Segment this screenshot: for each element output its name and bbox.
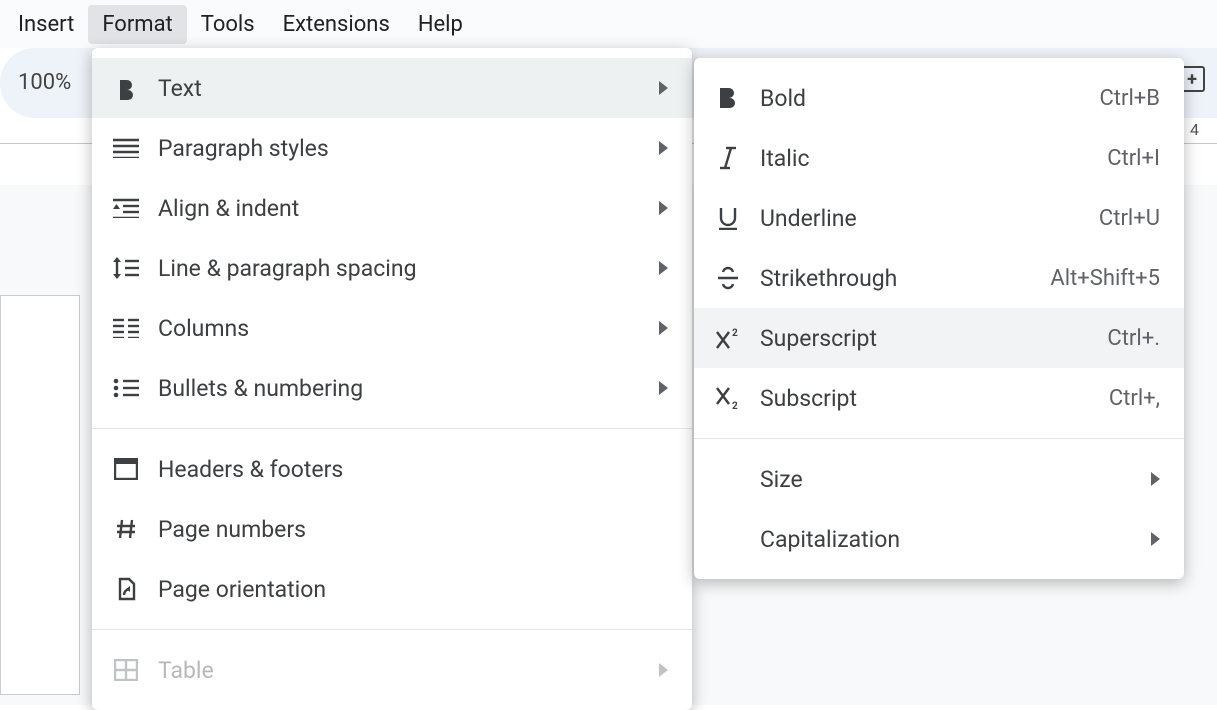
chevron-right-icon (1151, 472, 1160, 486)
table-icon (112, 656, 140, 684)
menu-item-label: Bullets & numbering (158, 375, 641, 402)
format-menu: Text Paragraph styles Align & indent Lin… (92, 48, 692, 710)
menu-item-label: Page numbers (158, 516, 668, 543)
bold-icon (112, 74, 140, 102)
document-page[interactable] (0, 295, 80, 695)
page-numbers-icon (112, 515, 140, 543)
bold-icon (714, 84, 742, 112)
align-indent-icon (112, 194, 140, 222)
submenu-item-superscript[interactable]: 2 Superscript Ctrl+. (694, 308, 1184, 368)
paragraph-styles-icon (112, 134, 140, 162)
headers-footers-icon (112, 455, 140, 483)
menu-item-label: Superscript (760, 325, 1089, 352)
menu-item-label: Line & paragraph spacing (158, 255, 641, 282)
menu-item-label: Strikethrough (760, 265, 1032, 292)
menu-item-columns[interactable]: Columns (92, 298, 692, 358)
bullets-numbering-icon (112, 374, 140, 402)
menu-item-align-indent[interactable]: Align & indent (92, 178, 692, 238)
svg-text:2: 2 (732, 401, 738, 410)
text-submenu: Bold Ctrl+B Italic Ctrl+I Underline Ctrl… (694, 58, 1184, 579)
menu-item-page-orientation[interactable]: Page orientation (92, 559, 692, 619)
ruler-mark: 4 (1190, 120, 1199, 139)
menu-item-bullets-numbering[interactable]: Bullets & numbering (92, 358, 692, 418)
menu-item-paragraph-styles[interactable]: Paragraph styles (92, 118, 692, 178)
menu-shortcut: Alt+Shift+5 (1050, 266, 1160, 291)
blank-icon (714, 465, 742, 493)
menu-item-label: Table (158, 657, 641, 684)
submenu-item-capitalization[interactable]: Capitalization (694, 509, 1184, 569)
menu-item-page-numbers[interactable]: Page numbers (92, 499, 692, 559)
submenu-item-bold[interactable]: Bold Ctrl+B (694, 68, 1184, 128)
columns-icon (112, 314, 140, 342)
menu-shortcut: Ctrl+, (1109, 386, 1160, 411)
menu-divider (694, 438, 1184, 439)
menubar-item-format[interactable]: Format (88, 5, 186, 44)
menu-shortcut: Ctrl+I (1107, 146, 1160, 171)
menu-shortcut: Ctrl+. (1107, 326, 1160, 351)
menubar-item-extensions[interactable]: Extensions (269, 5, 404, 44)
menu-item-table: Table (92, 640, 692, 700)
menu-item-label: Paragraph styles (158, 135, 641, 162)
menu-item-label: Page orientation (158, 576, 668, 603)
menu-shortcut: Ctrl+B (1099, 86, 1160, 111)
italic-icon (714, 144, 742, 172)
underline-icon (714, 204, 742, 232)
menu-shortcut: Ctrl+U (1099, 206, 1160, 231)
submenu-item-italic[interactable]: Italic Ctrl+I (694, 128, 1184, 188)
submenu-item-underline[interactable]: Underline Ctrl+U (694, 188, 1184, 248)
chevron-right-icon (659, 81, 668, 95)
page-orientation-icon (112, 575, 140, 603)
submenu-item-strikethrough[interactable]: Strikethrough Alt+Shift+5 (694, 248, 1184, 308)
blank-icon (714, 525, 742, 553)
menu-item-label: Capitalization (760, 526, 1133, 553)
menubar: Insert Format Tools Extensions Help (0, 0, 1217, 48)
chevron-right-icon (659, 321, 668, 335)
submenu-item-size[interactable]: Size (694, 449, 1184, 509)
menubar-item-insert[interactable]: Insert (4, 5, 88, 44)
superscript-icon: 2 (714, 324, 742, 352)
menu-item-label: Text (158, 75, 641, 102)
menu-item-label: Underline (760, 205, 1081, 232)
menu-item-label: Bold (760, 85, 1081, 112)
strikethrough-icon (714, 264, 742, 292)
menu-divider (92, 629, 692, 630)
menu-item-label: Columns (158, 315, 641, 342)
zoom-level[interactable]: 100% (18, 70, 71, 95)
menu-item-label: Italic (760, 145, 1089, 172)
menu-item-text[interactable]: Text (92, 58, 692, 118)
menubar-item-tools[interactable]: Tools (187, 5, 269, 44)
chevron-right-icon (659, 663, 668, 677)
chevron-right-icon (659, 381, 668, 395)
chevron-right-icon (1151, 532, 1160, 546)
chevron-right-icon (659, 141, 668, 155)
chevron-right-icon (659, 261, 668, 275)
chevron-right-icon (659, 201, 668, 215)
submenu-item-subscript[interactable]: 2 Subscript Ctrl+, (694, 368, 1184, 428)
svg-text:2: 2 (732, 328, 738, 339)
subscript-icon: 2 (714, 384, 742, 412)
line-spacing-icon (112, 254, 140, 282)
menu-item-line-spacing[interactable]: Line & paragraph spacing (92, 238, 692, 298)
menu-item-label: Subscript (760, 385, 1091, 412)
menu-item-label: Align & indent (158, 195, 641, 222)
menu-item-headers-footers[interactable]: Headers & footers (92, 439, 692, 499)
menubar-item-help[interactable]: Help (404, 5, 477, 44)
menu-item-label: Size (760, 466, 1133, 493)
menu-divider (92, 428, 692, 429)
menu-item-label: Headers & footers (158, 456, 668, 483)
